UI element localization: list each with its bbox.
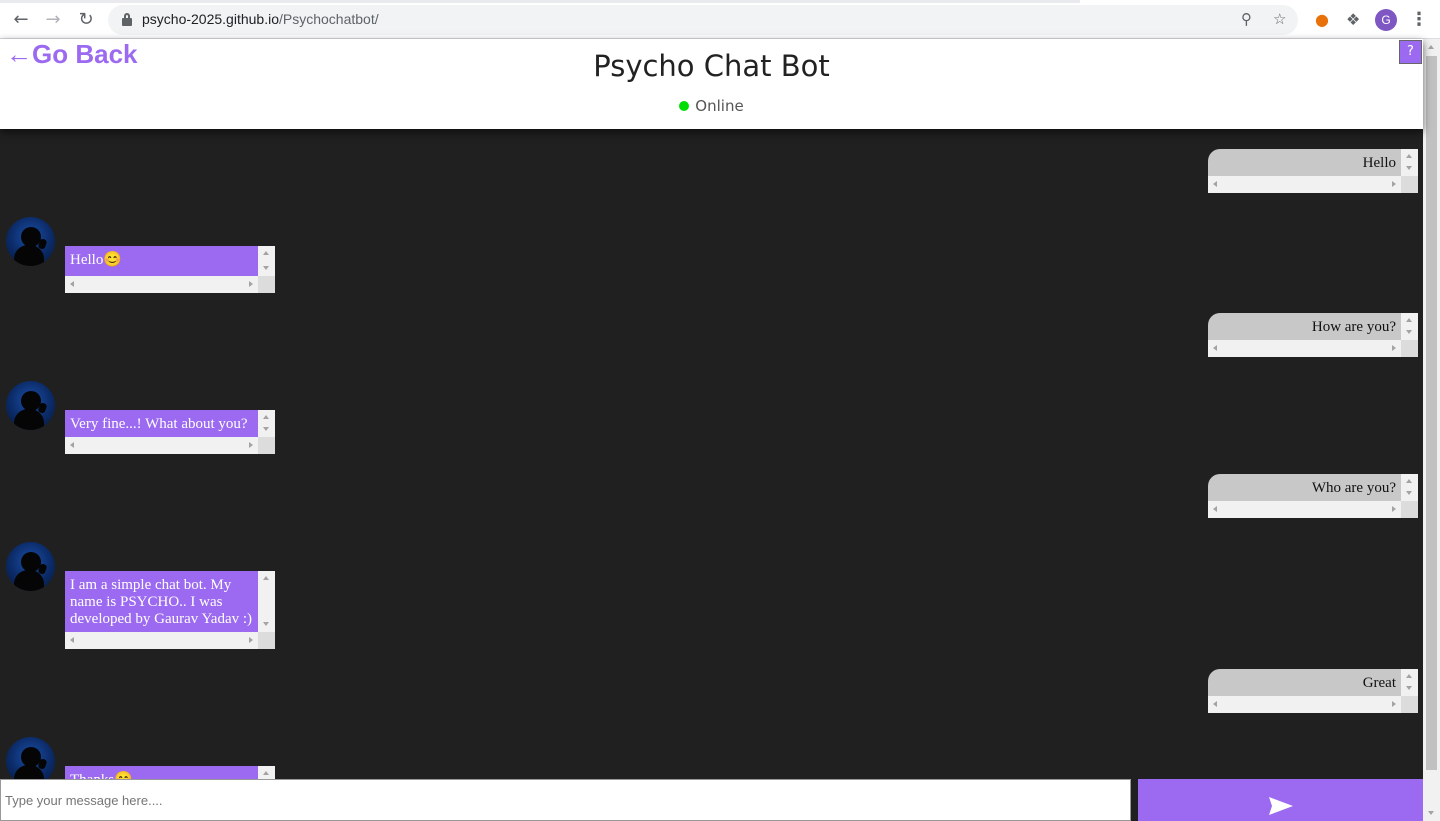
bot-avatar [6, 217, 55, 266]
puzzle-extensions-icon[interactable]: ❖ [1346, 10, 1360, 29]
bot-avatar [6, 542, 55, 591]
message-text: Great [1208, 669, 1401, 696]
message-text: I am a simple chat bot. My name is PSYCH… [65, 571, 258, 632]
profile-avatar[interactable]: G [1375, 9, 1397, 31]
page-title: Psycho Chat Bot [593, 49, 830, 83]
scrollbar[interactable] [258, 766, 275, 779]
help-button[interactable]: ? [1399, 40, 1422, 64]
composer-bar [0, 779, 1423, 821]
bot-message[interactable]: Thanks😊 [65, 766, 275, 779]
online-dot-icon [679, 101, 690, 111]
bot-message[interactable]: I am a simple chat bot. My name is PSYCH… [65, 571, 275, 649]
user-message[interactable]: Hello [1208, 149, 1418, 193]
user-message[interactable]: Great [1208, 669, 1418, 713]
bot-message[interactable]: Very fine...! What about you? [65, 410, 275, 454]
scrollbar[interactable] [1208, 696, 1401, 713]
send-arrow-icon [1269, 797, 1293, 815]
bot-message[interactable]: Hello😊 [65, 246, 275, 293]
scrollbar[interactable] [1401, 669, 1418, 696]
online-status: Online [0, 97, 1423, 115]
address-bar[interactable]: psycho-2025.github.io/Psychochatbot/ ⚲ ☆ [108, 5, 1298, 35]
scrollbar-thumb[interactable] [1426, 56, 1437, 770]
status-text: Online [695, 97, 744, 115]
scrollbar[interactable] [1208, 176, 1401, 193]
send-button[interactable] [1138, 779, 1423, 821]
browser-menu-icon[interactable]: ⋮ [1410, 9, 1428, 31]
chat-page: ←Go Back Psycho Chat Bot Online ? Hello … [0, 39, 1423, 821]
chat-header: ←Go Back Psycho Chat Bot Online ? [0, 39, 1423, 129]
scrollbar[interactable] [1401, 474, 1418, 501]
bot-avatar [6, 737, 55, 779]
browser-toolbar: ← → ↻ psycho-2025.github.io/Psychochatbo… [0, 0, 1440, 39]
scrollbar[interactable] [65, 276, 258, 293]
scrollbar[interactable] [1208, 340, 1401, 357]
scrollbar[interactable] [258, 410, 275, 437]
back-arrow-icon[interactable]: ← [10, 9, 32, 31]
scrollbar[interactable] [1401, 149, 1418, 176]
scrollbar[interactable] [65, 632, 258, 649]
bot-avatar [6, 381, 55, 430]
message-text: Hello [1208, 149, 1401, 176]
scrollbar[interactable] [258, 571, 275, 632]
user-message[interactable]: How are you? [1208, 313, 1418, 357]
scrollbar[interactable] [1401, 313, 1418, 340]
key-icon[interactable]: ⚲ [1241, 10, 1252, 28]
lock-icon [122, 13, 132, 26]
url-text: psycho-2025.github.io/Psychochatbot/ [142, 11, 379, 27]
extension-icon[interactable]: ● [1315, 10, 1329, 29]
message-text: Very fine...! What about you? [65, 410, 258, 437]
forward-arrow-icon[interactable]: → [42, 9, 64, 31]
message-text: Hello😊 [65, 246, 258, 276]
scrollbar[interactable] [258, 246, 275, 276]
scrollbar[interactable] [1208, 501, 1401, 518]
bookmark-star-icon[interactable]: ☆ [1273, 10, 1286, 28]
chat-area[interactable]: Hello Hello😊 How are you? Very fine...! … [0, 129, 1423, 779]
page-scrollbar[interactable] [1423, 39, 1440, 821]
message-text: Who are you? [1208, 474, 1401, 501]
scrollbar[interactable] [65, 437, 258, 454]
reload-icon[interactable]: ↻ [75, 9, 97, 31]
user-message[interactable]: Who are you? [1208, 474, 1418, 518]
message-text: Thanks😊 [65, 766, 258, 779]
message-input[interactable] [0, 779, 1131, 821]
message-text: How are you? [1208, 313, 1401, 340]
loading-progress-bar [0, 0, 1080, 3]
